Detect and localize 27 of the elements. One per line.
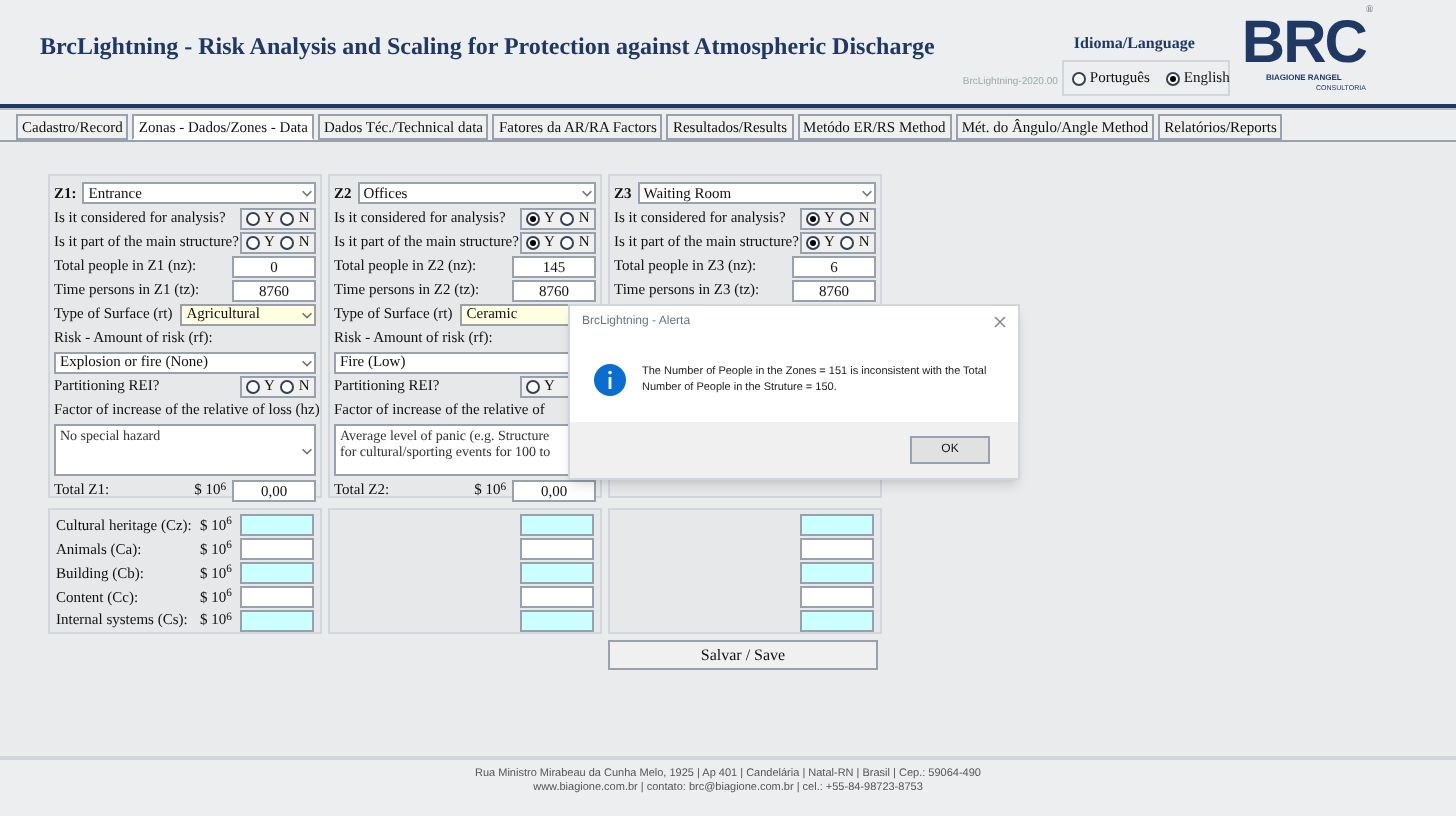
input-field[interactable] — [800, 585, 874, 608]
input-field[interactable] — [800, 609, 874, 632]
close-icon[interactable] — [994, 316, 1006, 328]
input-field[interactable] — [520, 585, 594, 608]
input-field[interactable] — [520, 561, 594, 584]
input-field[interactable] — [520, 609, 594, 632]
info-icon — [594, 364, 626, 396]
input-field[interactable] — [520, 538, 594, 561]
input-field[interactable] — [800, 514, 874, 537]
input-field[interactable] — [240, 609, 314, 632]
input-field[interactable] — [800, 538, 874, 561]
chevron-down-icon — [300, 355, 314, 369]
language-label: Idioma/Language — [1073, 32, 1197, 56]
input-field[interactable] — [240, 514, 314, 537]
chevron-down-icon — [860, 186, 874, 200]
chevron-down-icon — [300, 186, 314, 200]
chevron-down-icon — [580, 186, 594, 200]
chevron-down-icon — [300, 307, 314, 321]
input-field[interactable] — [800, 561, 874, 584]
input-field[interactable] — [240, 561, 314, 584]
logo-letters: BRC — [1241, 16, 1366, 72]
input-field[interactable] — [240, 585, 314, 608]
input-field[interactable] — [240, 538, 314, 561]
app-title: BrcLightning - Risk Analysis and Scaling for Protection against Atmospheric Discharge — [40, 30, 935, 64]
save-button[interactable]: Salvar / Save — [608, 640, 878, 670]
input-field[interactable] — [520, 514, 594, 537]
chevron-down-icon — [300, 444, 314, 458]
